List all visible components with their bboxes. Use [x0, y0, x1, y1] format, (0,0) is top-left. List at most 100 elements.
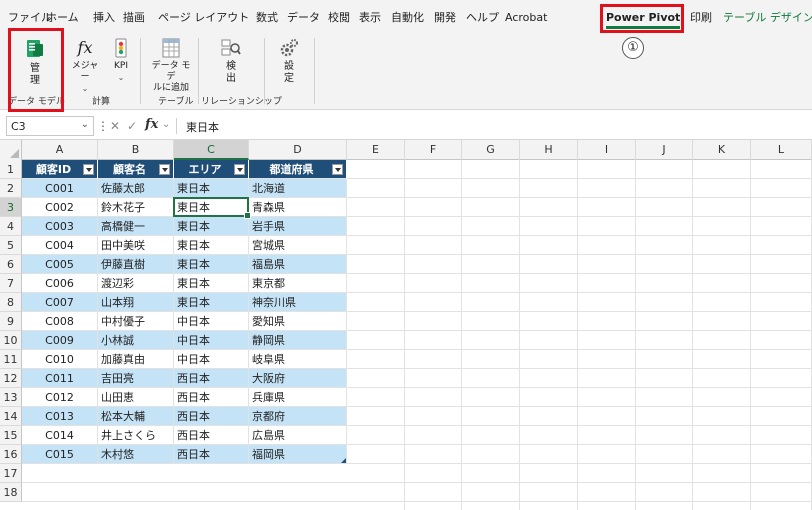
insert-function-icon[interactable]: fx: [145, 117, 158, 132]
table-cell[interactable]: C004: [22, 236, 98, 255]
settings-button[interactable]: 設 定: [274, 38, 304, 85]
table-cell[interactable]: C014: [22, 426, 98, 445]
measures-button[interactable]: fx メジャー ⌄: [68, 38, 102, 94]
select-all-button[interactable]: [0, 140, 22, 160]
table-cell[interactable]: 加藤真由: [98, 350, 174, 369]
detect-button[interactable]: 検 出: [214, 38, 248, 85]
tab-2[interactable]: 挿入: [93, 10, 115, 26]
table-cell[interactable]: 山本翔: [98, 293, 174, 312]
table-cell[interactable]: 東日本: [174, 293, 249, 312]
row-header-3[interactable]: 3: [0, 198, 22, 217]
column-header-D[interactable]: D: [249, 140, 347, 160]
table-cell[interactable]: 西日本: [174, 407, 249, 426]
table-cell[interactable]: 東京都: [249, 274, 347, 293]
column-header-K[interactable]: K: [693, 140, 751, 160]
table-header-area[interactable]: エリア: [174, 160, 249, 179]
table-cell[interactable]: 岐阜県: [249, 350, 347, 369]
table-header-customer-name[interactable]: 顧客名: [98, 160, 174, 179]
table-cell[interactable]: 愛知県: [249, 312, 347, 331]
column-header-J[interactable]: J: [636, 140, 693, 160]
table-cell[interactable]: 東日本: [174, 179, 249, 198]
table-cell[interactable]: 吉田亮: [98, 369, 174, 388]
column-header-L[interactable]: L: [751, 140, 812, 160]
table-cell[interactable]: C007: [22, 293, 98, 312]
row-header-12[interactable]: 12: [0, 369, 22, 388]
column-header-G[interactable]: G: [462, 140, 520, 160]
filter-dropdown-icon[interactable]: [159, 164, 170, 175]
tab-1[interactable]: ホーム: [46, 10, 79, 26]
table-cell[interactable]: C011: [22, 369, 98, 388]
table-cell[interactable]: 木村悠: [98, 445, 174, 464]
tab-14[interactable]: 印刷: [690, 10, 712, 26]
tab-8[interactable]: 表示: [359, 10, 381, 26]
table-cell[interactable]: 京都府: [249, 407, 347, 426]
cancel-icon[interactable]: ✕: [110, 119, 120, 133]
table-cell[interactable]: C005: [22, 255, 98, 274]
row-header-9[interactable]: 9: [0, 312, 22, 331]
table-cell[interactable]: 井上さくら: [98, 426, 174, 445]
filter-dropdown-icon[interactable]: [332, 164, 343, 175]
table-cell[interactable]: C012: [22, 388, 98, 407]
tab-11[interactable]: ヘルプ: [466, 10, 499, 26]
column-header-I[interactable]: I: [578, 140, 636, 160]
row-header-5[interactable]: 5: [0, 236, 22, 255]
table-cell[interactable]: 宮城県: [249, 236, 347, 255]
tab-7[interactable]: 校閲: [328, 10, 350, 26]
table-cell[interactable]: 兵庫県: [249, 388, 347, 407]
table-header-customer-id[interactable]: 顧客ID: [22, 160, 98, 179]
row-header-7[interactable]: 7: [0, 274, 22, 293]
table-cell[interactable]: 岩手県: [249, 217, 347, 236]
column-header-C[interactable]: C: [174, 140, 249, 160]
row-header-16[interactable]: 16: [0, 445, 22, 464]
table-cell[interactable]: C001: [22, 179, 98, 198]
tab-15[interactable]: テーブル デザイン: [723, 10, 812, 26]
table-cell[interactable]: 西日本: [174, 445, 249, 464]
chevron-down-icon[interactable]: ⌄: [81, 119, 89, 130]
table-cell[interactable]: 西日本: [174, 426, 249, 445]
filter-dropdown-icon[interactable]: [234, 164, 245, 175]
column-header-B[interactable]: B: [98, 140, 174, 160]
table-cell[interactable]: 青森県: [249, 198, 347, 217]
table-cell[interactable]: 山田恵: [98, 388, 174, 407]
table-cell[interactable]: C006: [22, 274, 98, 293]
tab-9[interactable]: 自動化: [391, 10, 424, 26]
tab-6[interactable]: データ: [287, 10, 320, 26]
table-cell[interactable]: 大阪府: [249, 369, 347, 388]
table-cell[interactable]: 中日本: [174, 350, 249, 369]
column-header-E[interactable]: E: [347, 140, 405, 160]
name-box[interactable]: C3 ⌄: [6, 116, 94, 136]
add-to-data-model-button[interactable]: データ モデ ルに追加: [148, 38, 194, 94]
table-cell[interactable]: C008: [22, 312, 98, 331]
table-cell[interactable]: 西日本: [174, 369, 249, 388]
row-header-18[interactable]: 18: [0, 483, 22, 502]
table-cell[interactable]: 東日本: [174, 217, 249, 236]
tab-4[interactable]: ページ レイアウト: [158, 10, 249, 26]
table-cell[interactable]: 東日本: [174, 236, 249, 255]
table-cell[interactable]: 神奈川県: [249, 293, 347, 312]
table-cell[interactable]: 田中美咲: [98, 236, 174, 255]
table-cell[interactable]: 佐藤太郎: [98, 179, 174, 198]
table-cell[interactable]: 北海道: [249, 179, 347, 198]
table-resize-handle[interactable]: [341, 458, 346, 463]
enter-icon[interactable]: ✓: [127, 119, 137, 133]
row-header-17[interactable]: 17: [0, 464, 22, 483]
table-cell[interactable]: C002: [22, 198, 98, 217]
table-cell[interactable]: 小林誠: [98, 331, 174, 350]
row-header-15[interactable]: 15: [0, 426, 22, 445]
table-cell[interactable]: 東日本: [174, 274, 249, 293]
tab-12[interactable]: Acrobat: [505, 10, 547, 26]
table-cell[interactable]: 西日本: [174, 388, 249, 407]
table-cell[interactable]: C009: [22, 331, 98, 350]
column-header-H[interactable]: H: [520, 140, 578, 160]
table-cell[interactable]: 中村優子: [98, 312, 174, 331]
row-header-1[interactable]: 1: [0, 160, 22, 179]
row-header-6[interactable]: 6: [0, 255, 22, 274]
row-header-2[interactable]: 2: [0, 179, 22, 198]
tab-5[interactable]: 数式: [256, 10, 278, 26]
tab-10[interactable]: 開発: [434, 10, 456, 26]
table-cell[interactable]: 伊藤直樹: [98, 255, 174, 274]
row-header-11[interactable]: 11: [0, 350, 22, 369]
row-header-14[interactable]: 14: [0, 407, 22, 426]
tab-3[interactable]: 描画: [123, 10, 145, 26]
table-cell[interactable]: 中日本: [174, 331, 249, 350]
